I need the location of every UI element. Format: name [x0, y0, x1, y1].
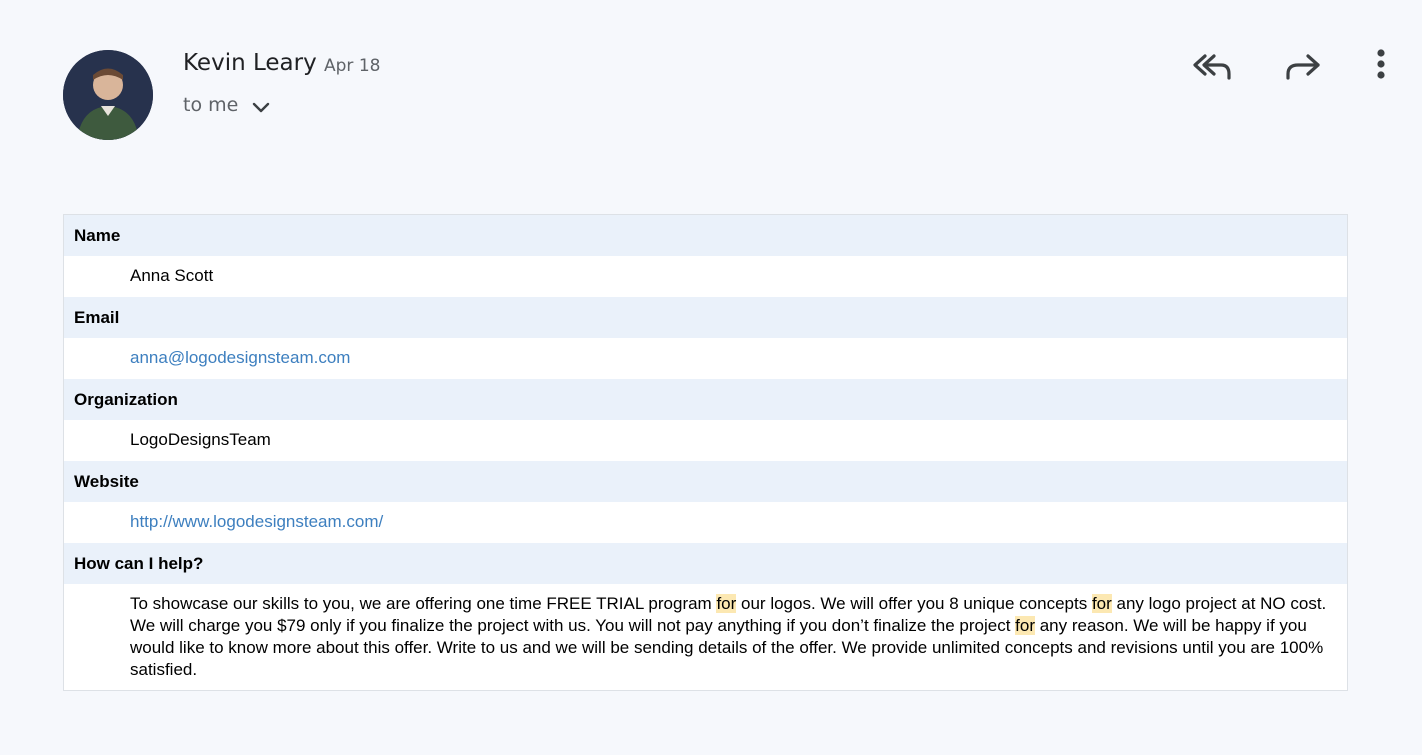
avatar-image: [63, 50, 153, 140]
field-value-website: http://www.logodesignsteam.com/: [64, 502, 1347, 543]
field-value-email: anna@logodesignsteam.com: [64, 338, 1347, 379]
field-value-name: Anna Scott: [64, 256, 1347, 297]
field-label-website: Website: [64, 461, 1347, 502]
more-vert-icon[interactable]: [1368, 48, 1394, 84]
message-text: To showcase our skills to you, we are of…: [130, 594, 717, 613]
field-value-organization: LogoDesignsTeam: [64, 420, 1347, 461]
form-submission-table: Name Anna Scott Email anna@logodesignste…: [63, 214, 1348, 691]
search-highlight: for: [716, 594, 737, 613]
sender-name[interactable]: Kevin Leary: [183, 50, 317, 76]
forward-icon[interactable]: [1282, 50, 1326, 84]
email-link[interactable]: anna@logodesignsteam.com: [130, 348, 350, 367]
reply-all-icon[interactable]: [1191, 50, 1235, 84]
field-label-organization: Organization: [64, 379, 1347, 420]
website-link[interactable]: http://www.logodesignsteam.com/: [130, 512, 383, 531]
field-label-help: How can I help?: [64, 543, 1347, 584]
email-date: Apr 18: [324, 56, 381, 76]
email-header: Kevin Leary Apr 18 to me: [63, 48, 1394, 140]
message-text: our logos. We will offer you 8 unique co…: [736, 594, 1092, 613]
field-label-name: Name: [64, 215, 1347, 256]
recipient-line: to me: [183, 94, 239, 116]
field-value-message: To showcase our skills to you, we are of…: [64, 584, 1347, 690]
search-highlight: for: [1015, 616, 1035, 635]
chevron-down-icon[interactable]: [251, 100, 271, 114]
avatar[interactable]: [63, 50, 153, 140]
field-label-email: Email: [64, 297, 1347, 338]
search-highlight: for: [1091, 594, 1112, 613]
